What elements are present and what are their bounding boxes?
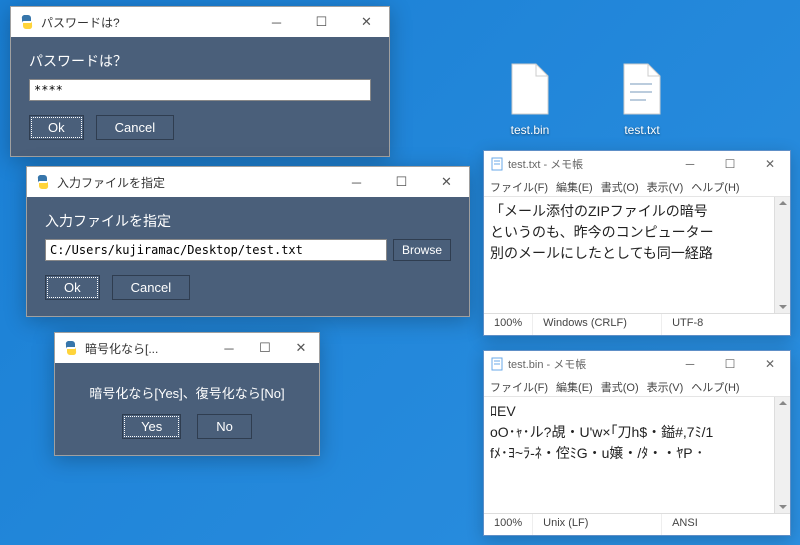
text-line: というのも、昨今のコンピューター xyxy=(490,222,784,243)
close-button[interactable]: ✕ xyxy=(750,351,790,377)
menu-file[interactable]: ファイル(F) xyxy=(490,379,548,395)
notepad-window-bin: test.bin - メモ帳 ─ ☐ ✕ ファイル(F) 編集(E) 書式(O)… xyxy=(483,350,791,536)
file-icon xyxy=(620,62,664,116)
password-input[interactable] xyxy=(29,79,371,101)
vertical-scrollbar[interactable] xyxy=(774,397,790,513)
window-title: test.bin - メモ帳 xyxy=(508,356,586,372)
menu-help[interactable]: ヘルプ(H) xyxy=(691,379,739,395)
titlebar[interactable]: パスワードは? ─ ☐ ✕ xyxy=(11,7,389,37)
titlebar[interactable]: 入力ファイルを指定 ─ ☐ ✕ xyxy=(27,167,469,197)
status-encoding: UTF-8 xyxy=(662,314,790,335)
minimize-button[interactable]: ─ xyxy=(254,7,299,37)
python-icon xyxy=(63,340,79,356)
status-bar: 100% Unix (LF) ANSI xyxy=(484,513,790,535)
text-content[interactable]: ﾛEV oO･ｬ･ル?覘・U'w×｢刀h$・鎰#,7ﾐ/1 fﾒ･ﾖ~ﾗ-ﾈ・倥… xyxy=(484,397,790,513)
mode-dialog: 暗号化なら[... ─ ☐ ✕ 暗号化なら[Yes]、復号化なら[No] Yes… xyxy=(54,332,320,456)
notepad-window-txt: test.txt - メモ帳 ─ ☐ ✕ ファイル(F) 編集(E) 書式(O)… xyxy=(483,150,791,336)
menu-file[interactable]: ファイル(F) xyxy=(490,179,548,195)
yes-button[interactable]: Yes xyxy=(122,414,181,439)
status-encoding: ANSI xyxy=(662,514,790,535)
ok-button[interactable]: Ok xyxy=(29,115,84,140)
vertical-scrollbar[interactable] xyxy=(774,197,790,313)
prompt-label: 暗号化なら[Yes]、復号化なら[No] xyxy=(73,383,301,402)
close-button[interactable]: ✕ xyxy=(750,151,790,177)
menu-format[interactable]: 書式(O) xyxy=(601,179,639,195)
minimize-button[interactable]: ─ xyxy=(211,333,247,363)
desktop-file-icon[interactable]: test.bin xyxy=(494,62,566,137)
file-path-input[interactable] xyxy=(45,239,387,261)
menu-help[interactable]: ヘルプ(H) xyxy=(691,179,739,195)
titlebar[interactable]: test.bin - メモ帳 ─ ☐ ✕ xyxy=(484,351,790,377)
ok-button[interactable]: Ok xyxy=(45,275,100,300)
cancel-button[interactable]: Cancel xyxy=(112,275,190,300)
menu-format[interactable]: 書式(O) xyxy=(601,379,639,395)
status-eol: Unix (LF) xyxy=(533,514,662,535)
close-button[interactable]: ✕ xyxy=(283,333,319,363)
text-line: oO･ｬ･ル?覘・U'w×｢刀h$・鎰#,7ﾐ/1 xyxy=(490,422,784,443)
password-dialog: パスワードは? ─ ☐ ✕ パスワードは？ Ok Cancel xyxy=(10,6,390,157)
desktop-file-label: test.bin xyxy=(494,123,566,137)
status-bar: 100% Windows (CRLF) UTF-8 xyxy=(484,313,790,335)
maximize-button[interactable]: ☐ xyxy=(710,351,750,377)
maximize-button[interactable]: ☐ xyxy=(379,167,424,197)
cancel-button[interactable]: Cancel xyxy=(96,115,174,140)
desktop-file-icon[interactable]: test.txt xyxy=(606,62,678,137)
menu-view[interactable]: 表示(V) xyxy=(647,379,684,395)
notepad-icon xyxy=(490,157,504,171)
window-title: test.txt - メモ帳 xyxy=(508,156,583,172)
text-line: 「メール添付のZIPファイルの暗号 xyxy=(490,201,784,222)
desktop-file-label: test.txt xyxy=(606,123,678,137)
python-icon xyxy=(35,174,51,190)
window-title: パスワードは? xyxy=(41,14,120,31)
text-content[interactable]: 「メール添付のZIPファイルの暗号 というのも、昨今のコンピューター 別のメール… xyxy=(484,197,790,313)
close-button[interactable]: ✕ xyxy=(424,167,469,197)
menu-bar: ファイル(F) 編集(E) 書式(O) 表示(V) ヘルプ(H) xyxy=(484,177,790,197)
text-line: ﾛEV xyxy=(490,401,784,422)
menu-edit[interactable]: 編集(E) xyxy=(556,379,593,395)
text-line: 別のメールにしたとしても同一経路 xyxy=(490,243,784,264)
minimize-button[interactable]: ─ xyxy=(334,167,379,197)
status-eol: Windows (CRLF) xyxy=(533,314,662,335)
maximize-button[interactable]: ☐ xyxy=(299,7,344,37)
text-line: fﾒ･ﾖ~ﾗ-ﾈ・倥ﾐG・u嬢・/ﾀ・・ﾔP ･ xyxy=(490,443,784,464)
file-dialog: 入力ファイルを指定 ─ ☐ ✕ 入力ファイルを指定 Browse Ok Canc… xyxy=(26,166,470,317)
maximize-button[interactable]: ☐ xyxy=(710,151,750,177)
status-zoom: 100% xyxy=(484,314,533,335)
no-button[interactable]: No xyxy=(197,414,252,439)
menu-view[interactable]: 表示(V) xyxy=(647,179,684,195)
notepad-icon xyxy=(490,357,504,371)
browse-button[interactable]: Browse xyxy=(393,239,451,261)
window-title: 暗号化なら[... xyxy=(85,340,158,357)
menu-bar: ファイル(F) 編集(E) 書式(O) 表示(V) ヘルプ(H) xyxy=(484,377,790,397)
minimize-button[interactable]: ─ xyxy=(670,351,710,377)
python-icon xyxy=(19,14,35,30)
close-button[interactable]: ✕ xyxy=(344,7,389,37)
menu-edit[interactable]: 編集(E) xyxy=(556,179,593,195)
file-icon xyxy=(508,62,552,116)
prompt-label: 入力ファイルを指定 xyxy=(45,211,451,231)
prompt-label: パスワードは？ xyxy=(29,51,371,71)
maximize-button[interactable]: ☐ xyxy=(247,333,283,363)
titlebar[interactable]: 暗号化なら[... ─ ☐ ✕ xyxy=(55,333,319,363)
minimize-button[interactable]: ─ xyxy=(670,151,710,177)
titlebar[interactable]: test.txt - メモ帳 ─ ☐ ✕ xyxy=(484,151,790,177)
status-zoom: 100% xyxy=(484,514,533,535)
window-title: 入力ファイルを指定 xyxy=(57,174,165,191)
